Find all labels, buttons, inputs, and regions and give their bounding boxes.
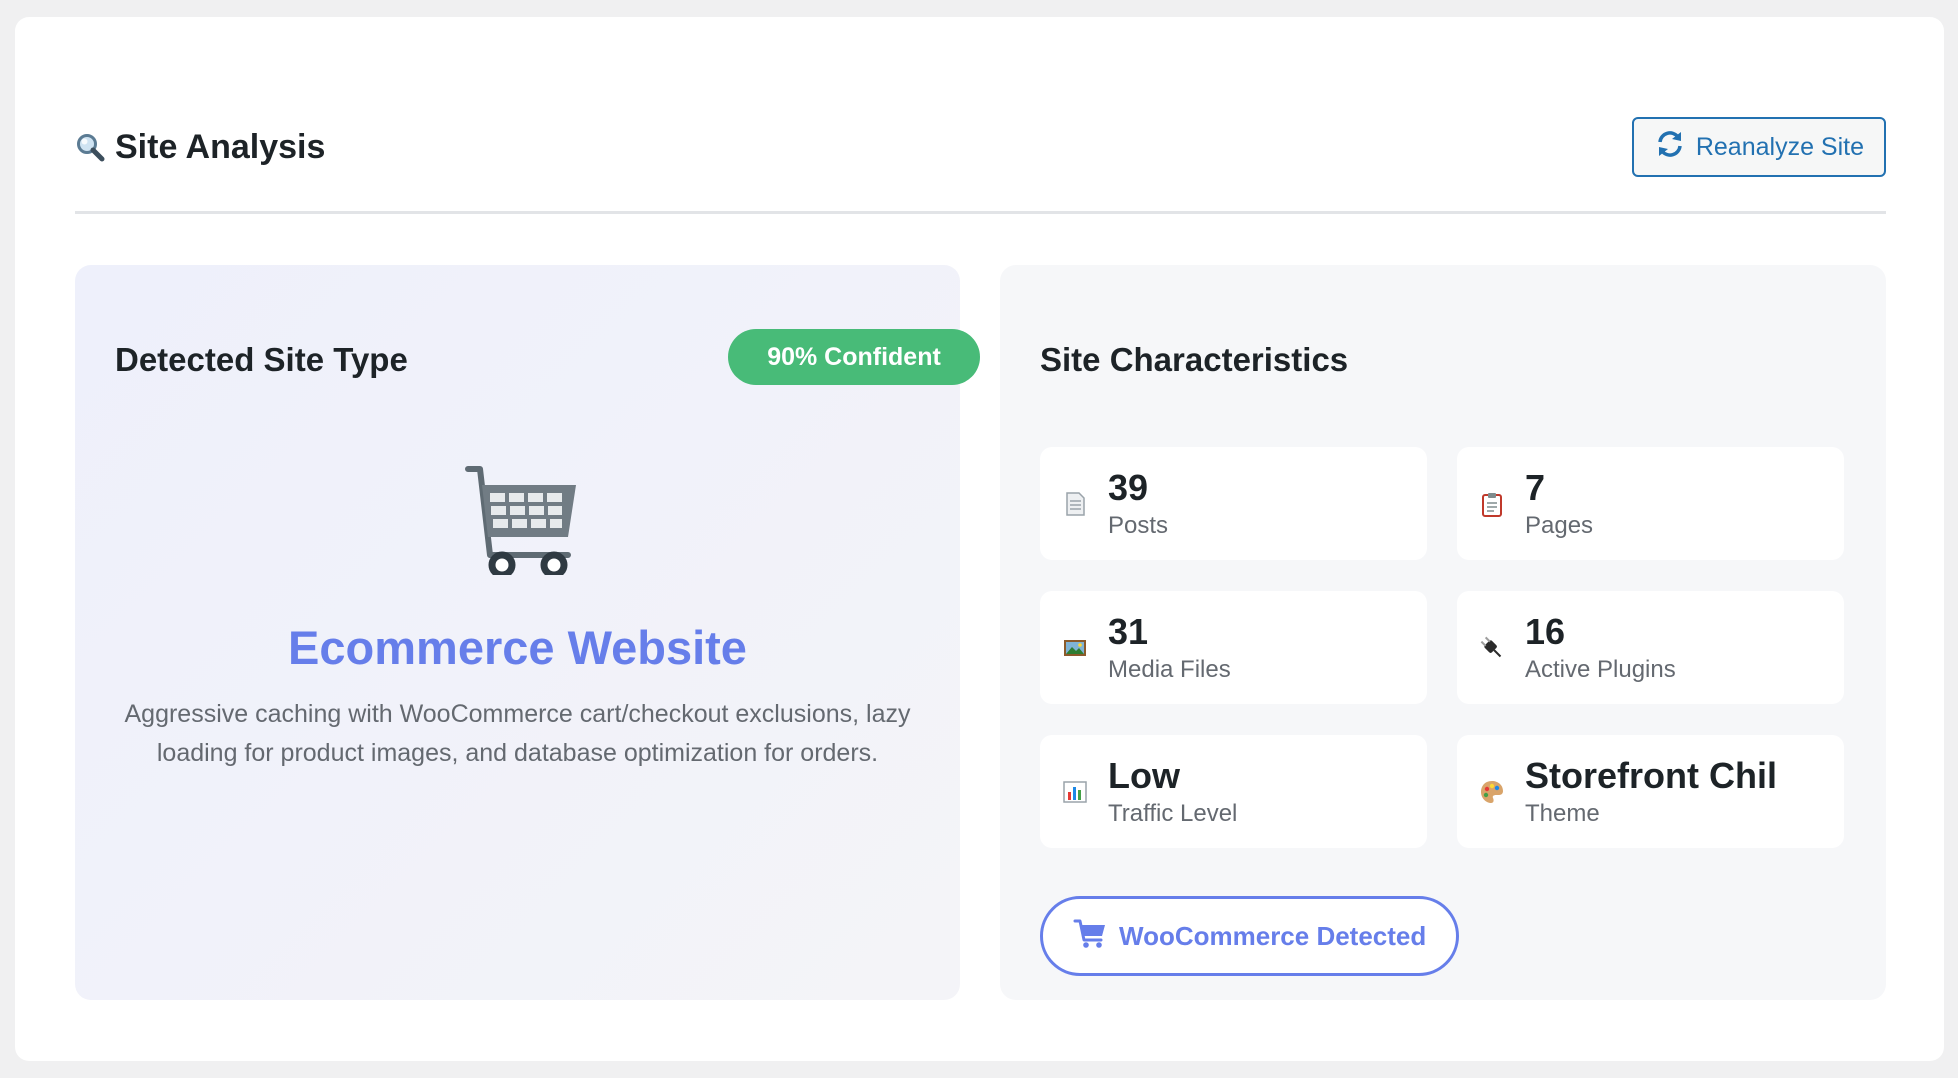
stat-posts: 39 Posts bbox=[1040, 447, 1427, 560]
bar-chart-icon bbox=[1062, 779, 1088, 805]
refresh-icon bbox=[1654, 128, 1686, 167]
characteristics-heading: Site Characteristics bbox=[1040, 341, 1349, 378]
palette-icon bbox=[1479, 779, 1505, 805]
panel-header: Site Analysis Reanalyze Site bbox=[75, 99, 1886, 195]
clipboard-icon bbox=[1479, 491, 1505, 517]
page-title: Site Analysis bbox=[75, 128, 325, 167]
stat-value: 31 bbox=[1108, 611, 1149, 652]
stat-label: Pages bbox=[1525, 512, 1594, 539]
stat-label: Theme bbox=[1525, 800, 1600, 827]
page-title-text: Site Analysis bbox=[115, 127, 326, 166]
plug-icon bbox=[1479, 635, 1505, 661]
shopping-cart-icon bbox=[460, 455, 580, 580]
site-type-description: Aggressive caching with WooCommerce cart… bbox=[124, 700, 911, 767]
stat-theme: Storefront Chil Theme bbox=[1457, 735, 1844, 848]
reanalyze-label: Reanalyze Site bbox=[1695, 132, 1864, 161]
stat-label: Active Plugins bbox=[1525, 656, 1676, 683]
stat-label: Media Files bbox=[1108, 656, 1231, 683]
picture-icon bbox=[1062, 635, 1088, 661]
site-type-name: Ecommerce Website bbox=[288, 621, 747, 674]
site-characteristics-card: Site Characteristics 39 Posts 7 Pages 31… bbox=[1000, 265, 1886, 1000]
confidence-badge: 90% Confident bbox=[728, 329, 980, 385]
magnifier-icon bbox=[75, 132, 105, 162]
detected-site-type-card: Detected Site Type 90% Confident Ecommer… bbox=[75, 265, 980, 1000]
stat-label: Traffic Level bbox=[1108, 800, 1238, 827]
woocommerce-label: WooCommerce Detected bbox=[1119, 920, 1427, 951]
site-analysis-panel: Site Analysis Reanalyze Site Detected Si… bbox=[15, 17, 1944, 1061]
stat-label: Posts bbox=[1108, 512, 1169, 539]
woocommerce-detected-badge: WooCommerce Detected bbox=[1040, 896, 1460, 976]
stat-value: Storefront Chil bbox=[1525, 755, 1777, 796]
reanalyze-site-button[interactable]: Reanalyze Site bbox=[1631, 117, 1886, 177]
stat-active-plugins: 16 Active Plugins bbox=[1457, 591, 1844, 704]
stat-value: Low bbox=[1108, 755, 1180, 796]
stat-value: 16 bbox=[1525, 611, 1566, 652]
stat-value: 39 bbox=[1108, 467, 1149, 508]
header-divider bbox=[75, 211, 1886, 214]
detected-heading: Detected Site Type bbox=[115, 341, 408, 378]
stat-media-files: 31 Media Files bbox=[1040, 591, 1427, 704]
stat-value: 7 bbox=[1525, 467, 1546, 508]
cart-icon bbox=[1073, 916, 1107, 957]
stat-pages: 7 Pages bbox=[1457, 447, 1844, 560]
document-icon bbox=[1062, 491, 1088, 517]
stat-traffic-level: Low Traffic Level bbox=[1040, 735, 1427, 848]
